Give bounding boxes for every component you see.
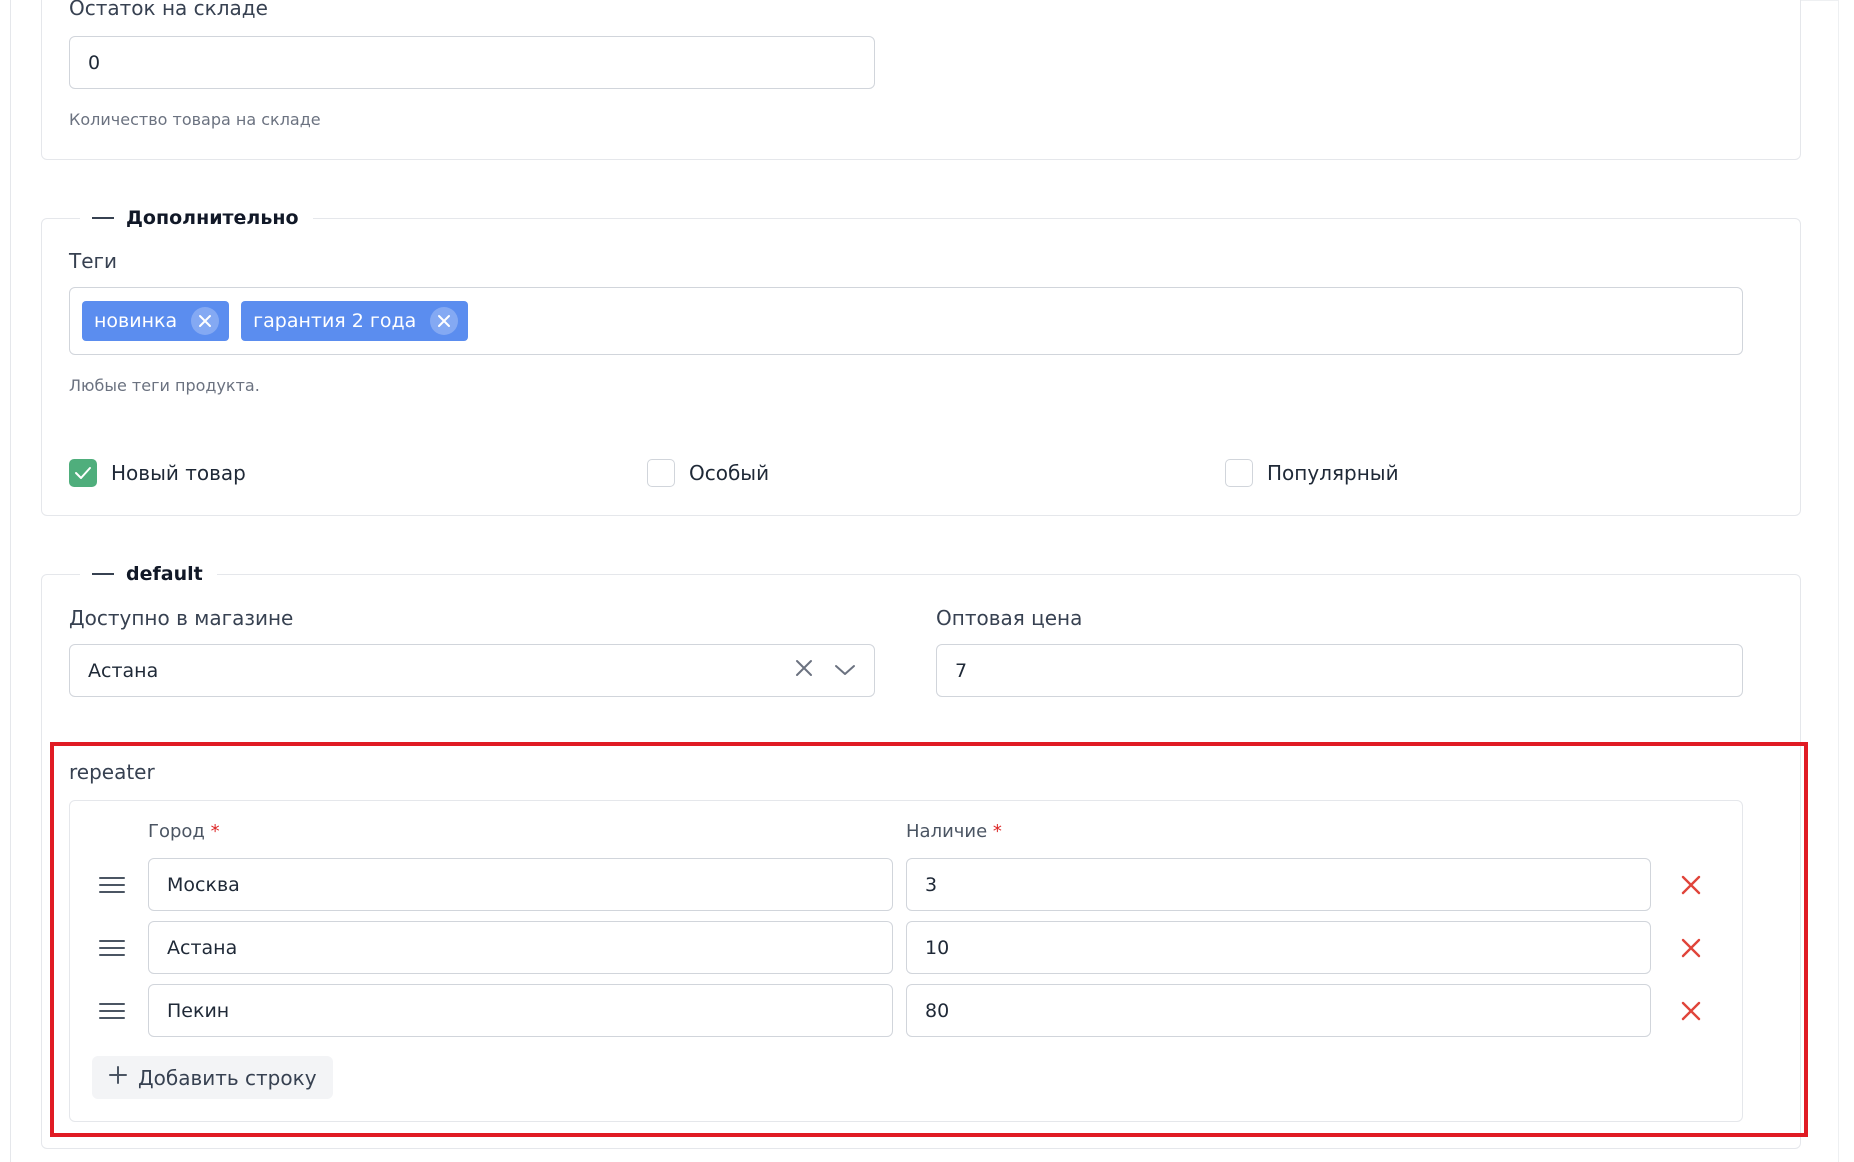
additional-legend-text: Дополнительно	[126, 207, 299, 229]
tags-label: Теги	[69, 249, 118, 273]
availability-input[interactable]: 10	[906, 921, 1651, 974]
plus-icon	[108, 1065, 128, 1090]
drag-handle-icon[interactable]	[99, 940, 125, 956]
chevron-down-icon[interactable]	[834, 660, 856, 682]
checkbox-label: Особый	[689, 461, 770, 485]
default-legend-text: default	[126, 563, 203, 585]
checkbox-popular[interactable]: Популярный	[1225, 459, 1399, 487]
required-mark: *	[992, 821, 1002, 842]
tags-help: Любые теги продукта.	[69, 376, 260, 395]
stock-input-value: 0	[88, 51, 101, 74]
clear-icon[interactable]	[794, 658, 814, 683]
tag-remove-icon[interactable]	[191, 307, 220, 335]
city-input[interactable]: Астана	[148, 921, 893, 974]
page-edge-right	[1838, 0, 1839, 1162]
city-input[interactable]: Москва	[148, 858, 893, 911]
collapse-dash-icon	[92, 217, 114, 219]
wholesale-input[interactable]: 7	[936, 644, 1743, 697]
tag-label: новинка	[94, 310, 178, 332]
checkbox-label: Популярный	[1267, 461, 1399, 485]
delete-row-icon[interactable]	[1680, 937, 1702, 963]
wholesale-label: Оптовая цена	[936, 606, 1083, 630]
checkbox-checked-icon[interactable]	[69, 459, 97, 487]
select-controls	[794, 658, 856, 683]
city-input-value: Москва	[167, 873, 240, 896]
checkbox-empty-icon[interactable]	[647, 459, 675, 487]
additional-legend[interactable]: Дополнительно	[80, 205, 313, 231]
city-input[interactable]: Пекин	[148, 984, 893, 1037]
collapse-dash-icon	[92, 573, 114, 575]
add-row-button[interactable]: Добавить строку	[92, 1056, 333, 1099]
availability-input[interactable]: 80	[906, 984, 1651, 1037]
required-mark: *	[210, 821, 220, 842]
page-edge-left	[10, 0, 11, 1162]
column-header-city: Город *	[148, 821, 220, 842]
default-legend[interactable]: default	[80, 561, 217, 587]
tag-item: гарантия 2 года	[241, 301, 469, 341]
stock-help: Количество товара на складе	[69, 110, 321, 129]
tag-remove-icon[interactable]	[430, 307, 459, 335]
availability-input-value: 10	[925, 936, 950, 959]
tag-item: новинка	[82, 301, 230, 341]
availability-input-value: 3	[925, 873, 938, 896]
store-select[interactable]: Астана	[69, 644, 875, 697]
checkbox-special[interactable]: Особый	[647, 459, 769, 487]
store-label: Доступно в магазине	[69, 606, 294, 630]
checkbox-empty-icon[interactable]	[1225, 459, 1253, 487]
tag-label: гарантия 2 года	[253, 310, 417, 332]
checkbox-new-product[interactable]: Новый товар	[69, 459, 246, 487]
delete-row-icon[interactable]	[1680, 874, 1702, 900]
repeater-label: repeater	[69, 760, 155, 784]
delete-row-icon[interactable]	[1680, 1000, 1702, 1026]
store-select-value: Астана	[88, 659, 159, 682]
stock-label: Остаток на складе	[69, 0, 268, 20]
availability-input[interactable]: 3	[906, 858, 1651, 911]
tags-input[interactable]: новинка гарантия 2 года	[69, 287, 1743, 355]
column-header-availability: Наличие *	[906, 821, 1002, 842]
checkbox-label: Новый товар	[111, 461, 246, 485]
add-row-label: Добавить строку	[138, 1065, 317, 1090]
wholesale-input-value: 7	[955, 659, 968, 682]
drag-handle-icon[interactable]	[99, 877, 125, 893]
stock-input[interactable]: 0	[69, 36, 875, 89]
drag-handle-icon[interactable]	[99, 1003, 125, 1019]
availability-input-value: 80	[925, 999, 950, 1022]
city-input-value: Астана	[167, 936, 238, 959]
additional-panel	[41, 218, 1801, 516]
city-input-value: Пекин	[167, 999, 230, 1022]
